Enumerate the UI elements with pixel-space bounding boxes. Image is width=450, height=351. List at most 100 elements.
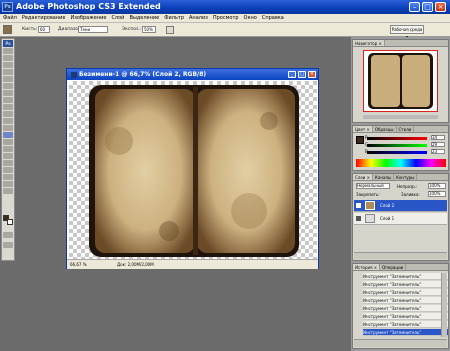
- menu-edit[interactable]: Редактирование: [22, 15, 66, 21]
- lasso-tool-icon[interactable]: [3, 62, 13, 68]
- history-item[interactable]: Инструмент "Затемнитель": [363, 297, 448, 304]
- pen-tool-icon[interactable]: [3, 139, 13, 145]
- doc-maximize-button[interactable]: □: [298, 71, 306, 78]
- marquee-tool-icon[interactable]: [3, 55, 13, 61]
- g-value[interactable]: 29: [431, 142, 445, 147]
- eye-icon[interactable]: [356, 216, 361, 221]
- tab-layers[interactable]: Слои ×: [353, 174, 374, 180]
- history-item[interactable]: Инструмент "Затемнитель": [363, 273, 448, 280]
- healing-tool-icon[interactable]: [3, 90, 13, 96]
- menu-window[interactable]: Окно: [244, 15, 257, 21]
- tab-actions[interactable]: Операции: [380, 264, 407, 270]
- layers-footer-icons[interactable]: [354, 252, 447, 259]
- history-item[interactable]: Инструмент "Затемнитель": [363, 281, 448, 288]
- shape-tool-icon[interactable]: [3, 160, 13, 166]
- layer-row[interactable]: Слой 1: [354, 213, 447, 225]
- range-select[interactable]: Тени: [78, 26, 108, 33]
- tab-navigator[interactable]: Навигатор ×: [353, 40, 385, 46]
- menu-analysis[interactable]: Анализ: [189, 15, 208, 21]
- history-scrollbar[interactable]: [441, 273, 447, 337]
- brush-tool-icon[interactable]: [3, 97, 13, 103]
- hand-tool-icon[interactable]: [3, 181, 13, 187]
- ps-icon: Ps: [2, 2, 13, 12]
- tab-swatches[interactable]: Образцы: [373, 126, 397, 132]
- tab-styles[interactable]: Стили: [397, 126, 415, 132]
- crop-tool-icon[interactable]: [3, 76, 13, 82]
- document-title-bar[interactable]: Безимени-1 @ 66,7% (Слой 2, RGB/8): [67, 69, 318, 80]
- opacity-field[interactable]: 100%: [428, 183, 446, 189]
- history-item[interactable]: Инструмент "Затемнитель": [363, 313, 448, 320]
- navigator-zoom-slider[interactable]: [363, 115, 438, 119]
- fill-label: Заливка:: [401, 192, 420, 197]
- r-slider[interactable]: [367, 137, 427, 140]
- zoom-tool-icon[interactable]: [3, 188, 13, 194]
- eyedropper-tool-icon[interactable]: [3, 174, 13, 180]
- eye-icon[interactable]: [356, 203, 361, 208]
- history-item[interactable]: Инструмент "Затемнитель": [363, 305, 448, 312]
- history-item-current[interactable]: Инструмент "Затемнитель": [363, 329, 448, 336]
- path-select-icon[interactable]: [3, 153, 13, 159]
- navigator-thumbnail: [368, 53, 433, 109]
- dodge-tool-icon[interactable]: [3, 25, 12, 34]
- dodge-tool-active-icon[interactable]: [3, 132, 13, 138]
- canvas[interactable]: [69, 81, 317, 259]
- minimize-button[interactable]: –: [409, 2, 420, 12]
- layer-name[interactable]: Слой 1: [380, 213, 394, 225]
- workspace-button[interactable]: Рабочая среда ▾: [390, 25, 424, 39]
- type-tool-icon[interactable]: [3, 146, 13, 152]
- tab-paths[interactable]: Контуры: [394, 174, 418, 180]
- zoom-level[interactable]: 66,67 %: [70, 260, 87, 269]
- layer-row-selected[interactable]: Слой 2: [354, 200, 447, 212]
- menu-filter[interactable]: Фильтр: [164, 15, 184, 21]
- menu-select[interactable]: Выделение: [129, 15, 159, 21]
- notes-tool-icon[interactable]: [3, 167, 13, 173]
- close-button[interactable]: ×: [435, 2, 446, 12]
- color-spectrum[interactable]: [356, 159, 446, 167]
- move-tool-icon[interactable]: [3, 48, 13, 54]
- layers-tabs: Слои × Каналы Контуры: [353, 174, 448, 181]
- background-color-swatch[interactable]: [7, 219, 13, 225]
- history-tabs: История × Операции: [353, 264, 448, 271]
- doc-minimize-button[interactable]: _: [288, 71, 296, 78]
- maximize-button[interactable]: □: [422, 2, 433, 12]
- history-item[interactable]: Инструмент "Затемнитель": [363, 321, 448, 328]
- app-title: Adobe Photoshop CS3 Extended: [16, 2, 161, 11]
- document-title: Безимени-1 @ 66,7% (Слой 2, RGB/8): [79, 71, 207, 78]
- color-panel: Цвет ×ОбразцыСтили R 34 G 29 B 23: [352, 125, 449, 171]
- book-image: [89, 85, 299, 257]
- color-fg-swatch[interactable]: [356, 136, 364, 144]
- doc-close-button[interactable]: ×: [308, 71, 316, 78]
- eraser-tool-icon[interactable]: [3, 118, 13, 124]
- menu-help[interactable]: Справка: [262, 15, 284, 21]
- color-tabs: Цвет × Образцы Стили: [353, 126, 448, 133]
- tab-channels[interactable]: Каналы: [373, 174, 395, 180]
- wand-tool-icon[interactable]: [3, 69, 13, 75]
- screen-mode-icon[interactable]: [3, 242, 13, 248]
- b-value[interactable]: 23: [431, 149, 445, 154]
- quick-mask-icon[interactable]: [3, 232, 13, 238]
- menu-file[interactable]: Файл: [3, 15, 17, 21]
- menu-layer[interactable]: Слой: [111, 15, 124, 21]
- menu-image[interactable]: Изображение: [70, 15, 106, 21]
- slice-tool-icon[interactable]: [3, 83, 13, 89]
- airbrush-icon[interactable]: [166, 26, 174, 34]
- history-item[interactable]: Инструмент "Затемнитель": [363, 289, 448, 296]
- gradient-tool-icon[interactable]: [3, 125, 13, 131]
- menu-view[interactable]: Просмотр: [213, 15, 239, 21]
- tab-history[interactable]: История ×: [353, 264, 381, 270]
- brush-size[interactable]: 60: [38, 26, 50, 33]
- tab-color[interactable]: Цвет ×: [353, 126, 373, 132]
- fill-field[interactable]: 100%: [428, 191, 446, 197]
- options-bar: Кисть: 60 Диапазон: Тени Экспоз.: 50% Ра…: [0, 23, 450, 39]
- document-window[interactable]: Безимени-1 @ 66,7% (Слой 2, RGB/8) _ □ ×…: [66, 68, 319, 269]
- history-brush-icon[interactable]: [3, 111, 13, 117]
- b-slider[interactable]: [367, 151, 427, 154]
- history-footer-icons[interactable]: [354, 339, 447, 347]
- stamp-tool-icon[interactable]: [3, 104, 13, 110]
- layer-name[interactable]: Слой 2: [380, 200, 394, 212]
- exposure-field[interactable]: 50%: [142, 26, 156, 33]
- r-value[interactable]: 34: [431, 135, 445, 140]
- blend-mode-select[interactable]: Нормальный: [356, 183, 390, 189]
- g-slider[interactable]: [367, 144, 427, 147]
- navigator-preview[interactable]: [363, 50, 438, 112]
